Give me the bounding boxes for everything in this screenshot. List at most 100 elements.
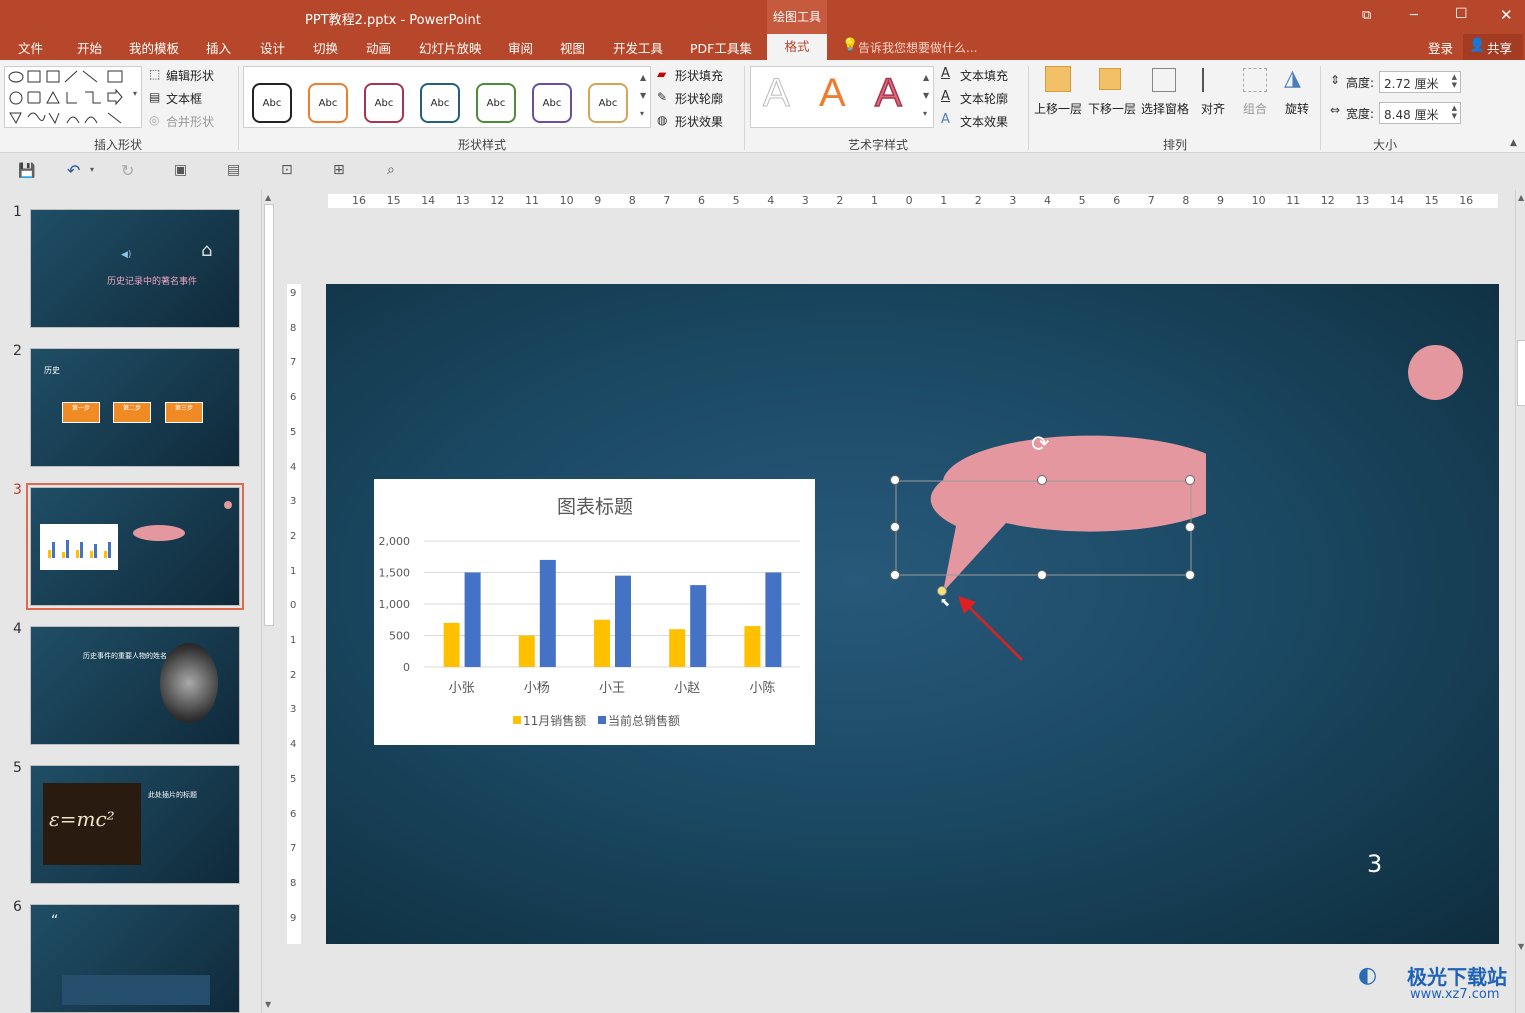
edit-shape-button[interactable]: 编辑形状 xyxy=(166,67,214,84)
rotate-button[interactable]: 旋转 xyxy=(1285,100,1309,117)
tab-animations[interactable]: 动画 xyxy=(366,38,391,57)
shape-effects-button[interactable]: 形状效果 xyxy=(675,113,723,130)
slide-thumbnail-6[interactable]: “ xyxy=(30,904,240,1013)
tab-view[interactable]: 视图 xyxy=(560,38,585,57)
gallery-down-icon[interactable]: ▼ xyxy=(640,91,646,100)
resize-handle-ne[interactable] xyxy=(1185,475,1195,485)
text-effects-button[interactable]: 文本效果 xyxy=(960,113,1008,130)
resize-handle-sw[interactable] xyxy=(890,570,900,580)
textbox-icon[interactable]: ▤ xyxy=(227,162,240,178)
present-icon[interactable]: ⊡ xyxy=(281,162,293,178)
shape-style-2[interactable]: Abc xyxy=(308,83,348,123)
bar[interactable] xyxy=(690,585,707,667)
tab-pdf-tools[interactable]: PDF工具集 xyxy=(690,38,752,57)
current-slide[interactable]: 图表标题 0 500 1,000 1,500 2,000 小张 小杨 小王 小赵 小陈 11月销… xyxy=(326,284,1499,944)
resize-handle-s[interactable] xyxy=(1037,570,1047,580)
thumbnail-scrollbar[interactable]: ▲ ▼ xyxy=(261,190,275,1013)
presenter-icon[interactable]: ⊞ xyxy=(333,162,345,178)
shape-gallery[interactable]: ▾ xyxy=(4,66,142,128)
send-backward-button[interactable]: 下移一层 xyxy=(1088,100,1136,117)
maximize-button[interactable]: ☐ xyxy=(1455,6,1468,22)
shape-style-1[interactable]: Abc xyxy=(252,83,292,123)
decorative-circle[interactable] xyxy=(1408,345,1463,400)
bar[interactable] xyxy=(744,626,761,667)
merge-shapes-button[interactable]: 合并形状 xyxy=(166,113,214,130)
slideshow-from-start-icon[interactable]: ▣ xyxy=(174,162,187,178)
undo-icon[interactable]: ↶ xyxy=(67,161,80,180)
bar[interactable] xyxy=(443,622,460,667)
share-button[interactable]: 👤 共享 xyxy=(1463,34,1523,60)
shape-fill-button[interactable]: 形状填充 xyxy=(675,67,723,84)
wordart-gallery[interactable]: A A A ▲ ▼ ▾ xyxy=(750,66,934,128)
zoom-preview-icon[interactable]: ⌕ xyxy=(387,162,395,178)
scroll-up-icon[interactable]: ▲ xyxy=(265,193,271,202)
slide-thumbnail-1[interactable]: ◀) ⌂ 历史记录中的著名事件 xyxy=(30,209,240,328)
gallery-more-icon[interactable]: ▾ xyxy=(640,109,644,118)
scroll-up-icon[interactable]: ▲ xyxy=(1518,193,1524,202)
shape-style-6[interactable]: Abc xyxy=(532,83,572,123)
scrollbar-thumb[interactable] xyxy=(264,204,274,626)
tab-review[interactable]: 审阅 xyxy=(508,38,533,57)
gallery-expand-icon[interactable]: ▾ xyxy=(133,89,137,98)
shape-style-5[interactable]: Abc xyxy=(476,83,516,123)
chart-object[interactable]: 图表标题 0 500 1,000 1,500 2,000 小张 小杨 小王 小赵 小陈 11月销… xyxy=(374,479,815,745)
tab-transitions[interactable]: 切换 xyxy=(313,38,338,57)
tell-me-search[interactable]: 告诉我您想要做什么... xyxy=(858,39,977,56)
bar[interactable] xyxy=(669,629,686,667)
resize-handle-n[interactable] xyxy=(1037,475,1047,485)
tab-format[interactable]: 格式 xyxy=(767,34,827,61)
wordart-style-orange[interactable]: A xyxy=(819,71,846,116)
shape-style-gallery[interactable]: Abc Abc Abc Abc Abc Abc Abc ▲ ▼ ▾ xyxy=(243,66,651,128)
resize-handle-e[interactable] xyxy=(1185,522,1195,532)
width-input[interactable]: 8.48 厘米 ▲ ▼ xyxy=(1379,102,1461,124)
tab-home[interactable]: 开始 xyxy=(77,38,102,57)
align-button[interactable]: 对齐 xyxy=(1201,100,1225,117)
bring-forward-button[interactable]: 上移一层 xyxy=(1034,100,1082,117)
editor-scroll-thumb[interactable] xyxy=(1517,340,1525,406)
tab-file[interactable]: 文件 xyxy=(18,38,43,57)
bar[interactable] xyxy=(464,572,481,668)
text-fill-button[interactable]: 文本填充 xyxy=(960,67,1008,84)
scroll-down-icon[interactable]: ▼ xyxy=(265,1000,271,1009)
editor-scrollbar[interactable]: ▲ ▼ xyxy=(1515,190,1525,1013)
group-button[interactable]: 组合 xyxy=(1243,100,1267,117)
bar[interactable] xyxy=(765,572,782,668)
login-link[interactable]: 登录 xyxy=(1428,38,1453,57)
ribbon-display-options-button[interactable]: ⧉ xyxy=(1362,8,1371,23)
selection-pane-button[interactable]: 选择窗格 xyxy=(1141,100,1189,117)
wordart-style-plain[interactable]: A xyxy=(763,71,791,116)
slide-thumbnail-2[interactable]: 历史 第一步 第二步 第三步 xyxy=(30,348,240,467)
height-input[interactable]: 2.72 厘米 ▲ ▼ xyxy=(1379,71,1461,93)
slide-thumbnail-3[interactable] xyxy=(26,483,244,610)
speech-bubble-callout[interactable] xyxy=(930,435,1206,592)
resize-handle-w[interactable] xyxy=(890,522,900,532)
gallery-down-icon[interactable]: ▼ xyxy=(923,91,929,100)
bar[interactable] xyxy=(615,575,631,667)
tab-insert[interactable]: 插入 xyxy=(206,38,231,57)
shape-style-3[interactable]: Abc xyxy=(364,83,404,123)
close-button[interactable]: ✕ xyxy=(1500,6,1513,24)
tab-my-templates[interactable]: 我的模板 xyxy=(129,38,179,57)
slide-thumbnail-4[interactable]: 历史事件的重要人物的姓名 xyxy=(30,626,240,745)
shape-outline-button[interactable]: 形状轮廓 xyxy=(675,90,723,107)
gallery-up-icon[interactable]: ▲ xyxy=(640,73,646,82)
bar[interactable] xyxy=(539,559,556,667)
minimize-button[interactable]: ─ xyxy=(1410,8,1418,23)
wordart-style-red[interactable]: A xyxy=(874,70,902,116)
shape-style-4[interactable]: Abc xyxy=(420,83,460,123)
bar[interactable] xyxy=(594,619,610,667)
height-spin-icon[interactable]: ▲ ▼ xyxy=(1452,73,1457,89)
slide-thumbnail-5[interactable]: ε=mc² 此处插片的标题 xyxy=(30,765,240,884)
undo-dropdown-icon[interactable]: ▾ xyxy=(90,165,94,174)
save-icon[interactable]: 💾 xyxy=(18,163,35,179)
collapse-ribbon-icon[interactable]: ▲ xyxy=(1510,138,1517,148)
scroll-down-icon[interactable]: ▼ xyxy=(1518,942,1524,951)
resize-handle-se[interactable] xyxy=(1185,570,1195,580)
text-outline-button[interactable]: 文本轮廓 xyxy=(960,90,1008,107)
tab-developer[interactable]: 开发工具 xyxy=(613,38,663,57)
bar[interactable] xyxy=(518,635,535,668)
tab-design[interactable]: 设计 xyxy=(260,38,285,57)
width-spin-icon[interactable]: ▲ ▼ xyxy=(1452,104,1457,120)
resize-handle-nw[interactable] xyxy=(890,475,900,485)
tab-slideshow[interactable]: 幻灯片放映 xyxy=(419,38,482,57)
